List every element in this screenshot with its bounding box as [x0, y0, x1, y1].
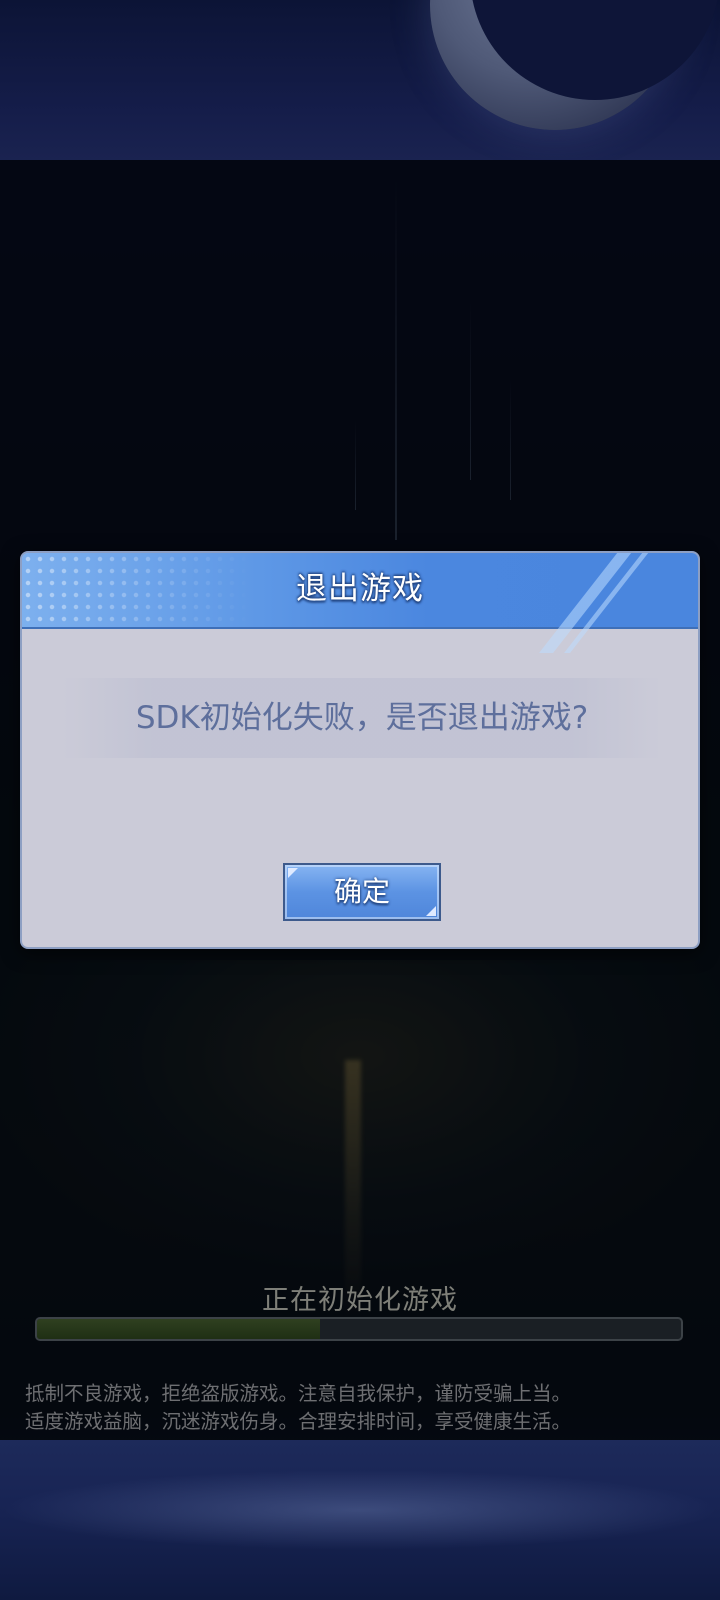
game-loading-screen: 正在初始化游戏 抵制不良游戏，拒绝盗版游戏。注意自我保护，谨防受骗上当。 适度游… — [0, 0, 720, 1600]
dialog-header: 退出游戏 — [22, 553, 698, 653]
bottom-background — [0, 1440, 720, 1600]
dialog-message: SDK初始化失败，是否退出游戏? — [62, 678, 662, 758]
dialog-title: 退出游戏 — [296, 571, 424, 607]
health-notice: 抵制不良游戏，拒绝盗版游戏。注意自我保护，谨防受骗上当。 适度游戏益脑，沉迷游戏… — [25, 1380, 705, 1436]
health-notice-line-2: 适度游戏益脑，沉迷游戏伤身。合理安排时间，享受健康生活。 — [25, 1410, 572, 1433]
health-notice-line-1: 抵制不良游戏，拒绝盗版游戏。注意自我保护，谨防受骗上当。 — [25, 1382, 572, 1405]
loading-status-text: 正在初始化游戏 — [262, 1285, 458, 1316]
confirm-button-label: 确定 — [333, 875, 390, 908]
exit-game-dialog: 退出游戏 SDK初始化失败，是否退出游戏? 确定 — [20, 551, 700, 949]
loading-progress-fill — [37, 1319, 321, 1339]
loading-progress-bar — [35, 1317, 683, 1341]
city-lights-bottom — [0, 1470, 720, 1550]
confirm-button[interactable]: 确定 — [283, 863, 441, 921]
